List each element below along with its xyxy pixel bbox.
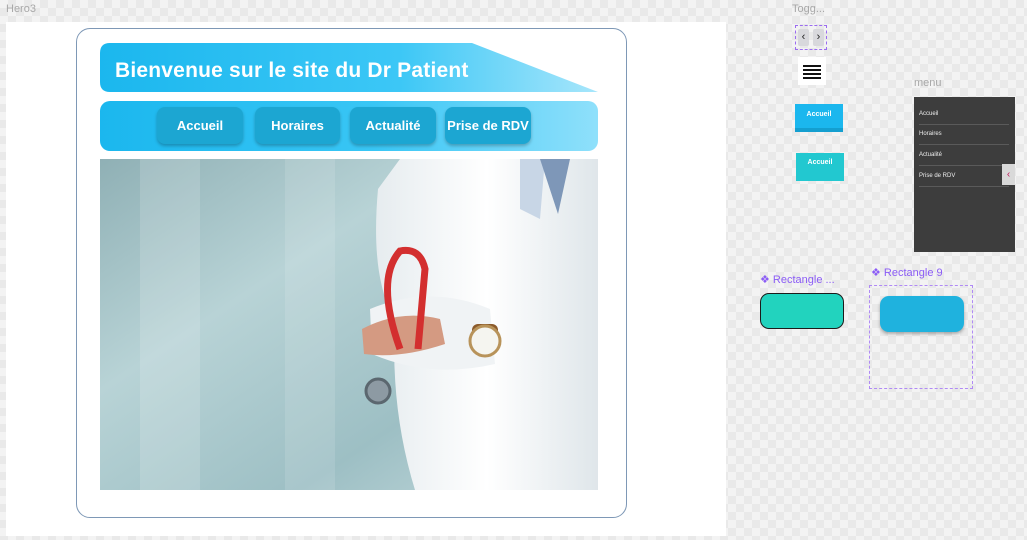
- accueil-mini-button[interactable]: Accueil: [795, 104, 843, 132]
- rectangle-9-selection: [869, 285, 973, 389]
- side-menu: Accueil Horaires Actualité Prise de RDV …: [914, 97, 1015, 252]
- accueil-mini-label-alt: Accueil: [807, 159, 833, 166]
- nav-prise-rdv-button[interactable]: Prise de RDV: [445, 107, 531, 144]
- accueil-mini-button-alt[interactable]: Accueil: [796, 153, 844, 181]
- nav-actualite-button[interactable]: Actualité: [350, 107, 436, 144]
- doctor-photo: [100, 159, 598, 490]
- nav-bar: Accueil Horaires Actualité Prise de RDV: [100, 101, 598, 151]
- page-title: Bienvenue sur le site du Dr Patient: [115, 59, 469, 82]
- rectangle-component-label: ❖ Rectangle ...: [760, 274, 835, 286]
- menu-label: menu: [914, 77, 942, 89]
- chevron-left-icon[interactable]: ‹: [798, 29, 809, 46]
- nav-accueil-button[interactable]: Accueil: [157, 107, 243, 144]
- frame-label: Hero3: [6, 3, 36, 15]
- menu-collapse-icon[interactable]: ‹: [1002, 164, 1015, 185]
- chevron-right-icon[interactable]: ›: [813, 29, 824, 46]
- menu-item-accueil[interactable]: Accueil: [919, 104, 1009, 125]
- hero-card: Bienvenue sur le site du Dr Patient Accu…: [76, 28, 627, 518]
- rectangle-9[interactable]: [880, 296, 964, 332]
- rectangle-teal[interactable]: [760, 293, 844, 329]
- hamburger-icon[interactable]: [798, 57, 826, 85]
- toggle-label: Togg...: [792, 3, 826, 15]
- title-banner: Bienvenue sur le site du Dr Patient: [100, 43, 598, 95]
- accueil-mini-label: Accueil: [806, 111, 832, 118]
- toggle-component: ‹ ›: [795, 25, 827, 50]
- rectangle-9-label: ❖ Rectangle 9: [871, 267, 943, 279]
- hero-frame: Bienvenue sur le site du Dr Patient Accu…: [6, 22, 726, 536]
- nav-horaires-button[interactable]: Horaires: [255, 107, 340, 144]
- menu-item-prise-rdv[interactable]: Prise de RDV: [919, 166, 1009, 187]
- menu-item-actualite[interactable]: Actualité: [919, 145, 1009, 166]
- menu-item-horaires[interactable]: Horaires: [919, 124, 1009, 145]
